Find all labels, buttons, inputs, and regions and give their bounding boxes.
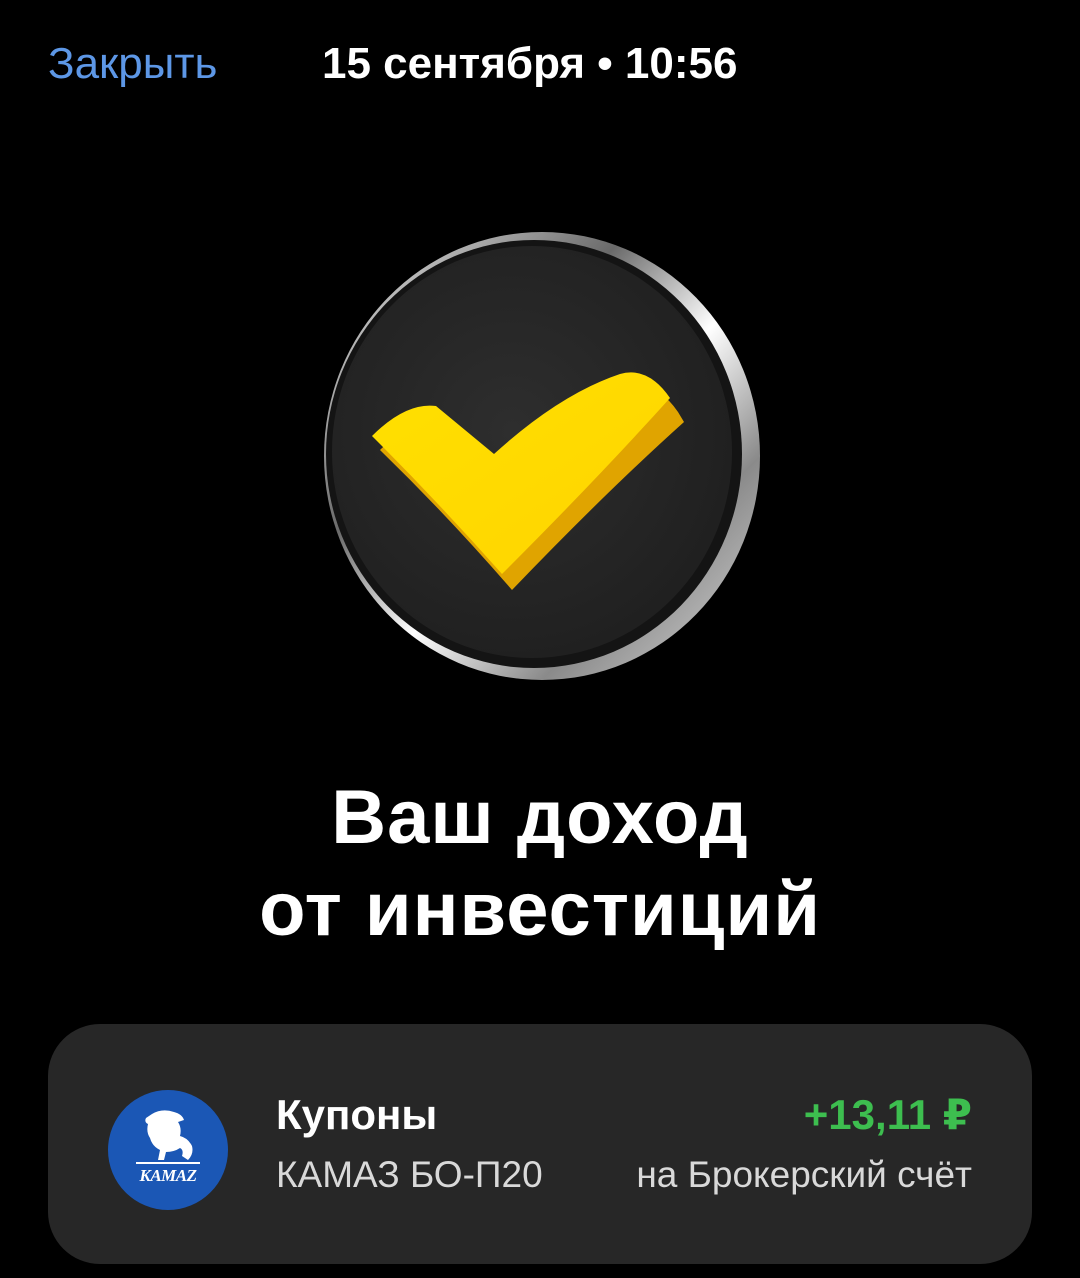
top-bar: Закрыть 15 сентября • 10:56: [0, 0, 1080, 130]
title-line-1: Ваш доход: [331, 775, 749, 860]
operation-amount: +13,11 ₽: [803, 1091, 972, 1138]
operation-datetime: 15 сентября • 10:56: [322, 39, 738, 88]
operation-type: Купоны: [276, 1091, 438, 1138]
success-badge: [310, 222, 770, 692]
kamaz-logo: KAMAZ: [108, 1090, 228, 1210]
destination-account: на Брокерский счёт: [636, 1154, 972, 1195]
title-line-2: от инвестиций: [259, 867, 821, 952]
instrument-name: КАМАЗ БО-П20: [276, 1154, 543, 1195]
horse-icon: [136, 1110, 200, 1164]
page-title: Ваш доход от инвестиций: [0, 772, 1080, 956]
close-button[interactable]: Закрыть: [48, 36, 217, 92]
logo-wordmark: KAMAZ: [139, 1166, 197, 1185]
operation-card[interactable]: KAMAZ Купоны КАМАЗ БО-П20 +13,11 ₽ на Бр…: [48, 1024, 1032, 1264]
